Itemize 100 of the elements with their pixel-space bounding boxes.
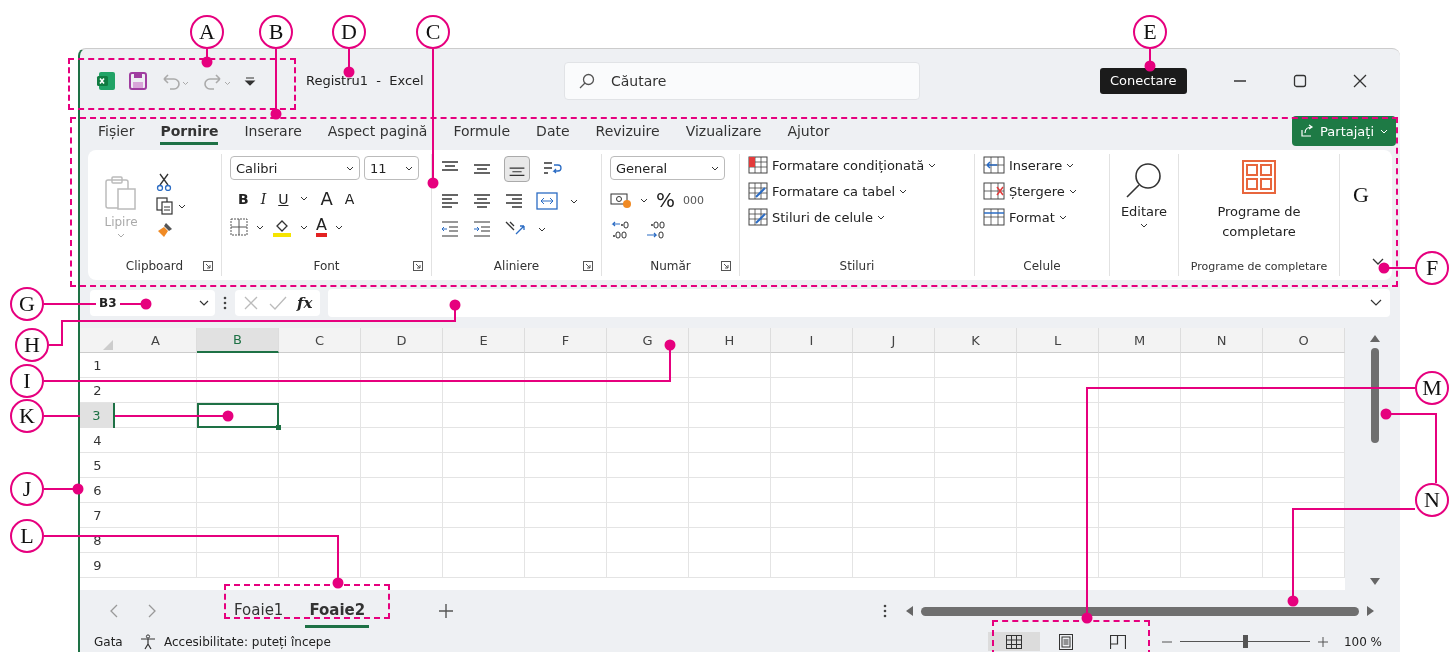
grid-cell[interactable] xyxy=(279,528,361,553)
grid-cell[interactable] xyxy=(1181,353,1263,378)
name-box[interactable]: B3 xyxy=(90,290,215,316)
grid-cell[interactable] xyxy=(1099,453,1181,478)
chevron-icon[interactable] xyxy=(876,214,885,220)
grid-cell[interactable] xyxy=(1181,528,1263,553)
grid-cell[interactable] xyxy=(935,553,1017,578)
grid-cell[interactable] xyxy=(1263,378,1345,403)
search-input[interactable]: Căutare xyxy=(609,71,893,90)
style-command[interactable]: Stiluri de celule xyxy=(772,209,873,225)
grid-cell[interactable] xyxy=(361,378,443,403)
grid-cell[interactable] xyxy=(115,353,197,378)
grid-cell[interactable] xyxy=(443,428,525,453)
grid-cell[interactable] xyxy=(115,428,197,453)
grid-cell[interactable] xyxy=(771,378,853,403)
grid-cell[interactable] xyxy=(689,428,771,453)
copy-icon[interactable] xyxy=(156,197,174,215)
grid-cell[interactable] xyxy=(689,553,771,578)
grid-cell[interactable] xyxy=(525,503,607,528)
merge-cells-icon[interactable] xyxy=(536,192,558,210)
save-icon[interactable] xyxy=(128,70,148,91)
grid-cell[interactable] xyxy=(853,353,935,378)
row-header[interactable]: 3 xyxy=(80,403,115,428)
grid-cell[interactable] xyxy=(279,378,361,403)
column-header[interactable]: M xyxy=(1099,328,1181,353)
thousands-button[interactable]: 000 xyxy=(683,193,704,207)
grid-cell[interactable] xyxy=(197,503,279,528)
select-all-icon[interactable] xyxy=(103,340,113,350)
bold-button[interactable]: B xyxy=(238,190,249,207)
table-style-icon[interactable] xyxy=(748,182,768,200)
chevron-icon[interactable] xyxy=(300,196,309,201)
cells-icon[interactable] xyxy=(983,156,1005,174)
chevron-icon[interactable] xyxy=(1140,223,1148,228)
grid-cell[interactable] xyxy=(607,478,689,503)
ribbon-tab[interactable]: Vizualizare xyxy=(685,123,762,145)
grid-cell[interactable] xyxy=(115,453,197,478)
column-header[interactable]: C xyxy=(279,328,361,353)
grid-cell[interactable] xyxy=(853,528,935,553)
column-header[interactable]: K xyxy=(935,328,1017,353)
maximize-icon[interactable] xyxy=(1292,73,1307,88)
column-header[interactable]: E xyxy=(443,328,525,353)
sheet-tab[interactable]: Foaie1 xyxy=(230,594,288,628)
grid-cell[interactable] xyxy=(279,503,361,528)
grow-font-button[interactable]: A xyxy=(320,188,333,209)
grid-cell[interactable] xyxy=(1017,478,1099,503)
grid-cell[interactable] xyxy=(935,528,1017,553)
excel-logo-icon[interactable] xyxy=(96,70,116,91)
grid-cell[interactable] xyxy=(361,503,443,528)
cells-command[interactable]: Format xyxy=(1009,209,1055,225)
ribbon-tab[interactable]: Fișier xyxy=(98,123,135,145)
column-header[interactable]: J xyxy=(853,328,935,353)
chevron-icon[interactable] xyxy=(928,162,937,168)
grid-cell[interactable] xyxy=(771,478,853,503)
column-header[interactable]: L xyxy=(1017,328,1099,353)
grid-cell[interactable] xyxy=(115,528,197,553)
grid-cell[interactable] xyxy=(1017,528,1099,553)
cells-command[interactable]: Inserare xyxy=(1009,157,1063,173)
zoom-level[interactable]: 100 % xyxy=(1343,634,1382,649)
grid-cell[interactable] xyxy=(443,453,525,478)
add-ins-button[interactable]: Programe de completare xyxy=(1204,202,1314,241)
ribbon-tab[interactable]: Revizuire xyxy=(595,123,660,145)
search-bar[interactable]: Căutare xyxy=(564,61,920,100)
grid-cell[interactable] xyxy=(361,553,443,578)
table-style-icon[interactable] xyxy=(748,208,768,226)
ribbon-tab[interactable]: Aspect pagină xyxy=(327,123,428,145)
grid-cell[interactable] xyxy=(1181,478,1263,503)
grid-cell[interactable] xyxy=(1017,353,1099,378)
grid-cell[interactable] xyxy=(443,528,525,553)
close-icon[interactable] xyxy=(1352,73,1367,88)
chevron-icon[interactable] xyxy=(1068,188,1077,194)
grid-cell[interactable] xyxy=(115,553,197,578)
currency-icon[interactable] xyxy=(610,191,632,209)
formula-input[interactable] xyxy=(328,289,1390,317)
grid-cell[interactable] xyxy=(1017,378,1099,403)
column-header[interactable]: N xyxy=(1181,328,1263,353)
grid-cell[interactable] xyxy=(935,428,1017,453)
grid-cell[interactable] xyxy=(853,503,935,528)
grid-cell[interactable] xyxy=(935,478,1017,503)
percent-button[interactable]: % xyxy=(656,188,675,212)
grid-cell[interactable] xyxy=(1181,428,1263,453)
share-button[interactable]: Partajați xyxy=(1292,116,1396,146)
grid-cell[interactable] xyxy=(197,353,279,378)
grid-cell[interactable] xyxy=(771,503,853,528)
cancel-icon[interactable] xyxy=(243,295,259,311)
grid-cell[interactable] xyxy=(279,353,361,378)
grid-cell[interactable] xyxy=(1263,353,1345,378)
grid-cell[interactable] xyxy=(689,403,771,428)
active-cell[interactable] xyxy=(197,403,279,428)
sheet-tab[interactable]: Foaie2 xyxy=(305,594,370,628)
grid-cell[interactable] xyxy=(1263,428,1345,453)
align-left-icon[interactable] xyxy=(440,192,460,210)
chevron-icon[interactable] xyxy=(300,224,308,230)
align-right-icon[interactable] xyxy=(504,192,524,210)
grid-cell[interactable] xyxy=(1099,403,1181,428)
grid-cell[interactable] xyxy=(279,478,361,503)
column-header[interactable]: H xyxy=(689,328,771,353)
chevron-icon[interactable] xyxy=(640,197,648,203)
chevron-icon[interactable] xyxy=(538,226,546,232)
grid-cell[interactable] xyxy=(361,403,443,428)
ribbon-tab[interactable]: Formule xyxy=(453,123,511,145)
